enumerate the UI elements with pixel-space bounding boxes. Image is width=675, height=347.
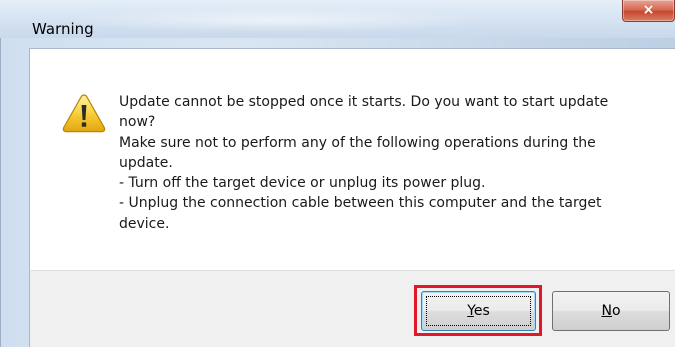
yes-label-rest: es <box>473 303 490 319</box>
yes-button[interactable]: Yes <box>421 291 536 331</box>
close-button[interactable]: × <box>622 0 675 22</box>
close-icon: × <box>642 2 655 18</box>
no-label-rest: o <box>611 303 621 319</box>
no-button-label: No <box>601 303 620 319</box>
no-button[interactable]: No <box>552 291 670 331</box>
warning-triangle-icon <box>62 94 106 133</box>
title-bar[interactable]: Warning <box>0 0 675 38</box>
dialog-window: Warning × Update cannot be stopped once … <box>0 0 675 347</box>
yes-button-label: Yes <box>467 303 490 319</box>
yes-mnemonic: Y <box>467 303 474 319</box>
window-title: Warning <box>32 20 94 38</box>
no-mnemonic: N <box>601 303 612 319</box>
warning-message: Update cannot be stopped once it starts.… <box>119 94 609 232</box>
